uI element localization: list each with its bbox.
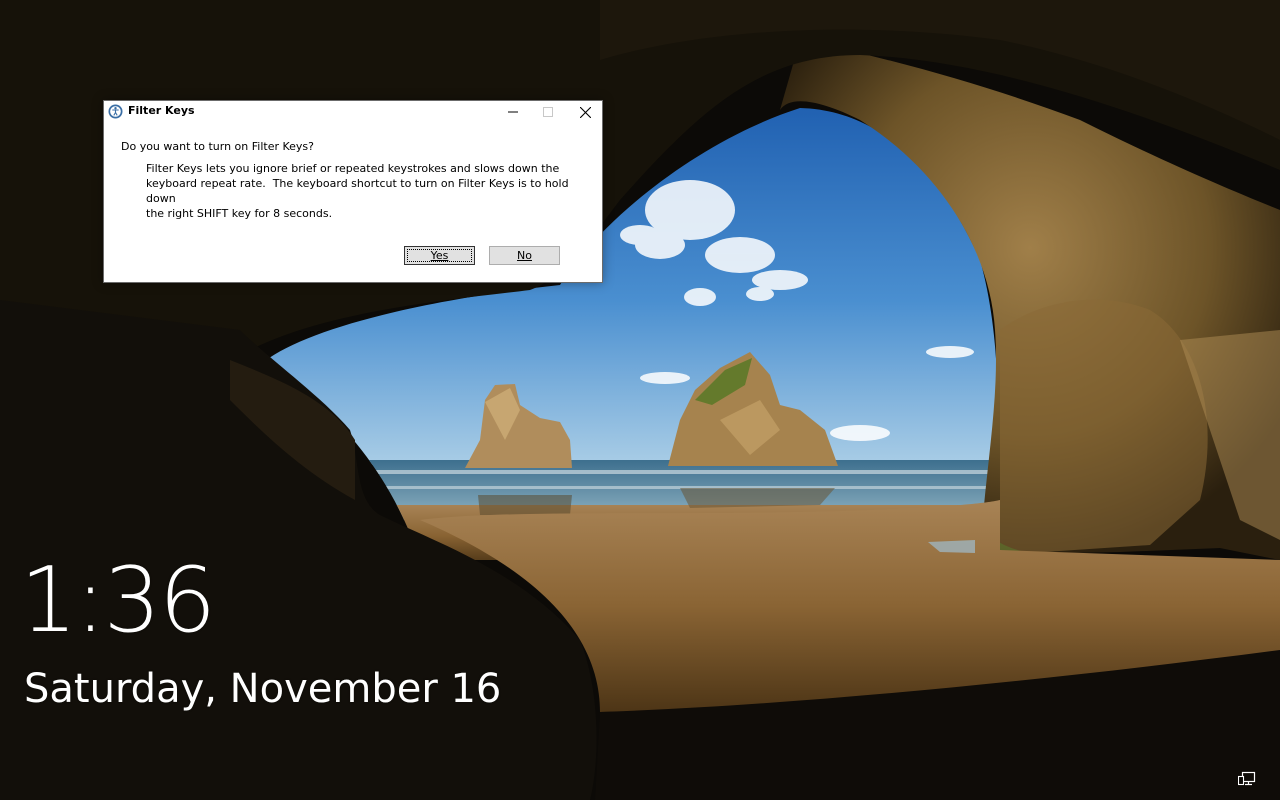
yes-button-label: Yes — [430, 249, 449, 262]
yes-button[interactable]: Yes — [404, 246, 475, 265]
dialog-question: Do you want to turn on Filter Keys? — [121, 140, 314, 153]
no-button-label: No — [517, 249, 532, 262]
ease-of-access-icon — [108, 104, 123, 119]
maximize-button — [529, 101, 567, 123]
network-icon[interactable] — [1238, 771, 1256, 787]
close-button[interactable] — [566, 101, 604, 123]
minimize-button[interactable] — [494, 101, 532, 123]
filter-keys-dialog: Filter Keys Do you want to turn on Filte… — [103, 100, 603, 283]
lock-screen: Filter Keys Do you want to turn on Filte… — [0, 0, 1280, 800]
dialog-title: Filter Keys — [128, 104, 195, 117]
close-icon — [579, 106, 591, 118]
dialog-titlebar[interactable]: Filter Keys — [104, 101, 602, 123]
lockscreen-date: Saturday, November 16 — [24, 666, 502, 712]
lockscreen-time: 1:36 — [20, 548, 216, 653]
maximize-icon — [543, 107, 553, 117]
no-button[interactable]: No — [489, 246, 560, 265]
minimize-icon — [508, 111, 518, 113]
dialog-description: Filter Keys lets you ignore brief or rep… — [146, 162, 569, 220]
